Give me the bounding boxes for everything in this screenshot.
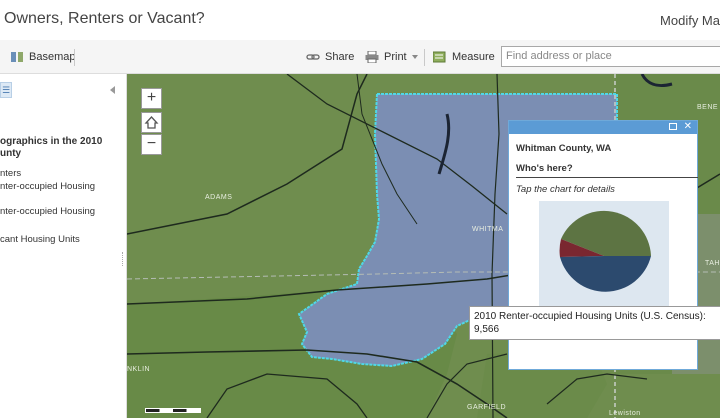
- basemap-label: Basemap: [29, 51, 76, 63]
- close-icon[interactable]: ✕: [684, 121, 692, 133]
- toolbar-divider: [424, 49, 425, 66]
- modify-map-link[interactable]: Modify Ma: [660, 13, 720, 28]
- map-label: TAH: [705, 260, 720, 267]
- pie-svg: [559, 210, 651, 292]
- home-icon: [144, 116, 159, 129]
- basemap-button[interactable]: Basemap: [10, 47, 75, 67]
- measure-label: Measure: [452, 51, 495, 63]
- title-bar: Owners, Renters or Vacant? Modify Ma: [0, 0, 720, 40]
- map-label: Lewiston: [609, 410, 641, 417]
- popup-subtitle: Who's here?: [516, 163, 573, 174]
- list-icon[interactable]: ☰: [0, 82, 12, 98]
- popup-header: ✕: [509, 121, 697, 134]
- map-label: BENE: [697, 104, 719, 111]
- basemap-icon: [10, 51, 24, 63]
- map-label: GARFIELD: [467, 404, 507, 411]
- zoom-in-button[interactable]: +: [141, 88, 162, 109]
- popup-divider: [516, 177, 698, 178]
- app-title: Owners, Renters or Vacant?: [4, 10, 205, 27]
- popup-note: Tap the chart for details: [516, 184, 615, 195]
- share-button[interactable]: Share: [306, 47, 354, 67]
- chart-tooltip: 2010 Renter-occupied Housing Units (U.S.…: [469, 306, 720, 340]
- map-label: WHITMA: [472, 226, 504, 233]
- pie-chart[interactable]: [539, 201, 669, 316]
- map-label: NKLIN: [127, 366, 151, 373]
- printer-icon: [365, 50, 379, 64]
- map-label: ADAMS: [205, 194, 233, 201]
- map-view[interactable]: + − ADAMS WHITMA BENE TAH NKLIN GARFIELD…: [127, 74, 720, 418]
- popup-title: Whitman County, WA: [516, 143, 612, 154]
- sidebar-item: nter-occupied Housing: [0, 206, 96, 217]
- scale-bar: [145, 408, 201, 413]
- measure-button[interactable]: Measure: [432, 47, 495, 67]
- search-input[interactable]: Find address or place: [501, 46, 720, 67]
- measure-icon: [432, 51, 447, 63]
- home-button[interactable]: [141, 112, 162, 133]
- print-label: Print: [384, 51, 407, 63]
- sidebar-item: cant Housing Units: [0, 234, 80, 245]
- toolbar-divider: [74, 49, 75, 66]
- print-button[interactable]: Print: [365, 47, 418, 67]
- sidebar-item: nters: [0, 168, 22, 179]
- maximize-icon[interactable]: [669, 123, 677, 130]
- sidebar-item: nter-occupied Housing: [0, 181, 96, 192]
- chevron-down-icon: [411, 55, 418, 59]
- link-icon: [306, 51, 320, 63]
- resize-handle[interactable]: [122, 252, 125, 266]
- sidebar-heading: ographics in the 2010 unty: [0, 136, 103, 159]
- pie-slice-renter[interactable]: [560, 256, 651, 292]
- toolbar: Basemap Share Print Measure Find address…: [0, 40, 720, 74]
- share-label: Share: [325, 51, 355, 63]
- collapse-sidebar-icon[interactable]: [110, 86, 115, 94]
- sidebar: ☰ ographics in the 2010 unty nters nter-…: [0, 74, 127, 418]
- zoom-out-button[interactable]: −: [141, 134, 162, 155]
